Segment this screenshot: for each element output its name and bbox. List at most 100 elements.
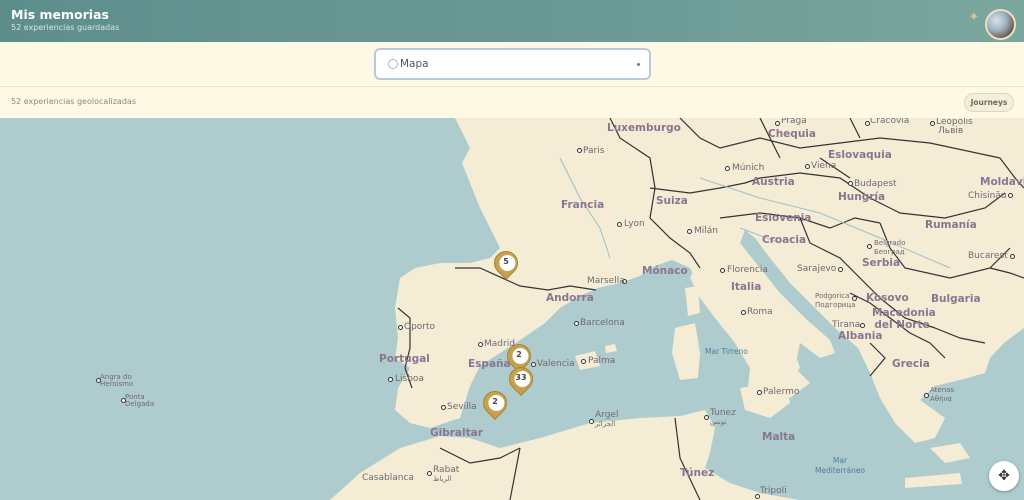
land-menorca — [605, 344, 617, 353]
city-dot — [741, 310, 746, 315]
avatar[interactable] — [985, 9, 1016, 40]
city-dot — [838, 267, 843, 272]
label-macedonia: Macedonia del Norte — [872, 307, 936, 331]
label-bulgaria: Bulgaria — [931, 293, 981, 305]
label-cracovia: Cracovia — [870, 118, 910, 126]
info-bar: 52 experiencias geolocalizadas — [0, 88, 1024, 118]
label-podgorica: Podgorica — [815, 292, 850, 300]
label-monaco: Mónaco — [642, 265, 688, 277]
city-dot — [860, 323, 865, 328]
label-ponta-delgada: Ponta Delgada — [125, 393, 155, 408]
city-dot — [757, 390, 762, 395]
journeys-button[interactable]: Journeys — [964, 93, 1014, 112]
geolocated-count: 52 experiencias geolocalizadas — [11, 97, 136, 106]
city-dot — [589, 419, 594, 424]
label-andorra: Andorra — [546, 292, 594, 304]
label-lyon: Lyon — [624, 219, 645, 229]
cluster-marker[interactable]: 33 — [504, 362, 538, 399]
label-francia: Francia — [561, 199, 605, 211]
map-option-icon — [388, 59, 398, 69]
city-dot — [617, 222, 622, 227]
label-lisboa: Lisboa — [395, 374, 424, 384]
city-dot — [720, 268, 725, 273]
cluster-count: 2 — [516, 350, 522, 359]
land-crete — [905, 473, 962, 488]
label-eslovenia: Eslovenia — [755, 212, 812, 224]
land-greece-islands — [930, 443, 970, 463]
label-angra: Angra do Heroísmo — [100, 373, 134, 388]
label-suiza: Suiza — [656, 195, 688, 207]
label-barcelona: Barcelona — [580, 318, 625, 328]
view-select[interactable]: Mapa — [374, 48, 651, 80]
label-mar-mediterraneo: Mar Mediterráneo — [814, 456, 866, 475]
view-select-value: Mapa — [400, 58, 429, 70]
label-roma: Roma — [747, 307, 773, 317]
label-tunez-city: Tunez — [710, 408, 736, 418]
label-serbia: Serbia — [862, 257, 901, 269]
label-gibraltar: Gibraltar — [430, 427, 483, 439]
city-dot — [1010, 254, 1015, 259]
label-tunez: Túnez — [680, 467, 715, 479]
label-moldavia: Moldavia — [980, 176, 1024, 188]
city-dot — [924, 393, 929, 398]
cluster-count: 33 — [515, 373, 527, 382]
city-dot — [574, 321, 579, 326]
label-munich: Múnich — [732, 163, 765, 173]
label-espana: España — [468, 358, 511, 370]
city-dot — [848, 181, 853, 186]
page-title: Mis memorias — [11, 7, 109, 22]
label-chequia: Chequia — [768, 128, 816, 140]
label-milan: Milán — [694, 226, 718, 236]
label-sarajevo: Sarajevo — [797, 264, 837, 274]
label-croacia: Croacia — [762, 234, 807, 246]
label-atenas-gr: Αθήνα — [930, 395, 953, 403]
land-africa — [330, 410, 800, 500]
chevron-down-icon — [637, 63, 640, 66]
city-dot — [687, 229, 692, 234]
city-dot — [581, 359, 586, 364]
city-dot — [1008, 193, 1013, 198]
city-dot — [577, 148, 582, 153]
sparkle-icon[interactable]: ✦ — [967, 11, 981, 25]
label-belgrado: Belgrado — [874, 239, 906, 247]
city-dot — [725, 166, 730, 171]
label-palma: Palma — [588, 356, 616, 366]
cluster-marker[interactable]: 5 — [489, 246, 523, 283]
label-austria: Austria — [752, 176, 795, 188]
land-sardinia — [672, 323, 700, 380]
map-view[interactable]: Luxemburgo Chequia Eslovaquia Francia Au… — [0, 118, 1024, 500]
label-italia: Italia — [731, 281, 762, 293]
label-grecia: Grecia — [892, 358, 930, 370]
label-marsella: Marsella — [587, 276, 625, 286]
cluster-marker[interactable]: 2 — [478, 386, 512, 423]
label-hungria: Hungría — [838, 191, 886, 203]
label-budapest: Budapest — [854, 179, 897, 189]
label-praga: Praga — [781, 118, 807, 126]
label-paris: Paris — [583, 146, 605, 156]
label-podgorica-cyr: Подгорица — [815, 301, 856, 309]
label-sevilla: Sevilla — [447, 402, 477, 412]
label-lviv: Львів — [938, 126, 964, 136]
label-tirana: Tirana — [832, 320, 861, 330]
map-canvas — [330, 118, 1024, 500]
label-viena: Viena — [811, 161, 837, 171]
label-kosovo: Kosovo — [866, 292, 909, 304]
label-beograd: Београд — [874, 248, 905, 256]
cluster-count: 2 — [492, 397, 498, 406]
city-dot — [398, 325, 403, 330]
label-luxemburgo: Luxemburgo — [607, 122, 681, 134]
label-tunez-ar: تونس — [710, 418, 727, 426]
city-dot — [805, 164, 810, 169]
label-argel-ar: الجزائر — [595, 420, 616, 428]
label-palermo: Palermo — [763, 387, 800, 397]
city-dot — [427, 471, 432, 476]
city-dot — [441, 405, 446, 410]
locate-button[interactable]: ✥ — [989, 461, 1019, 491]
label-chisinau: Chisinău — [968, 191, 1007, 201]
label-florencia: Florencia — [727, 265, 768, 275]
app-header: Mis memorias 52 experiencias guardadas ✦ — [0, 0, 1024, 42]
locate-icon: ✥ — [998, 468, 1010, 484]
city-dot — [867, 244, 872, 249]
label-mar-tirreno: Mar Tirreno — [705, 347, 748, 356]
city-dot — [388, 377, 393, 382]
